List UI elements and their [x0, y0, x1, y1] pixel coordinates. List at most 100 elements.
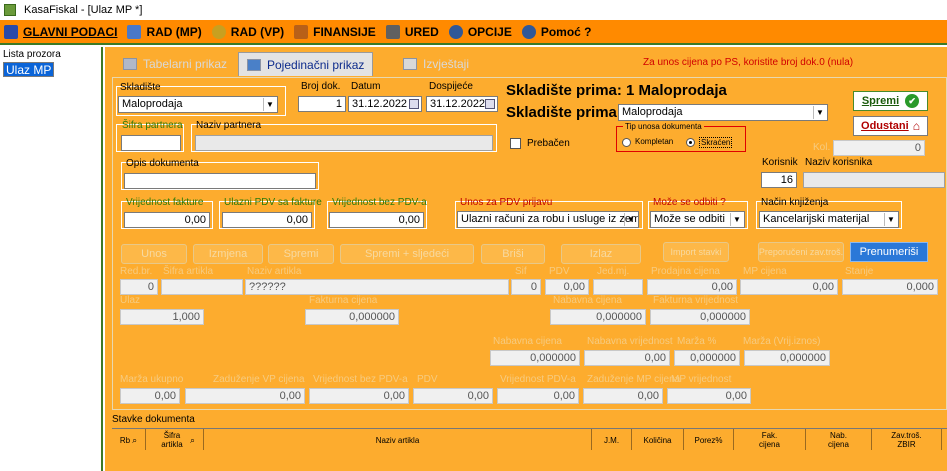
naziv-partnera-input[interactable]	[195, 135, 493, 151]
kol-input[interactable]: 0	[833, 140, 925, 156]
unos-button[interactable]: Unos	[121, 244, 187, 264]
col-kolicina[interactable]: Količina	[632, 429, 684, 451]
tab-tabelarni-prikaz[interactable]: Tabelarni prikaz	[115, 53, 235, 75]
spremi-sljedeci-button[interactable]: Spremi + sljedeći	[340, 244, 474, 264]
marza-input[interactable]: 0,000000	[674, 350, 740, 366]
nabavna-cijena-label: Nabavna cijena	[553, 295, 622, 306]
spremi-item-button[interactable]: Spremi	[268, 244, 334, 264]
skladiste-label: Skladište	[120, 82, 161, 93]
prenumerisi-button[interactable]: Prenumeriši	[850, 242, 928, 262]
help-icon	[521, 24, 536, 39]
skracen-label: Skraćen	[699, 137, 733, 148]
stanje-label: Stanje	[845, 266, 874, 277]
sifra-artikla-input[interactable]	[161, 279, 243, 295]
nabavna-cijena-input[interactable]: 0,000000	[550, 309, 646, 325]
zaduzenje-mp-input[interactable]: 0,00	[583, 388, 663, 404]
chevron-down-icon: ▼	[813, 106, 826, 119]
dospijece-input[interactable]: 31.12.2022	[426, 96, 498, 112]
unos-pdv-select[interactable]: Ulazni računi za robu i usluge iz zemlje…	[457, 211, 639, 228]
calendar-icon[interactable]	[409, 99, 419, 109]
calendar-icon[interactable]	[485, 99, 495, 109]
stavke-title: Stavke dokumenta	[112, 414, 195, 425]
pdv2-label: PDV	[417, 374, 438, 385]
menu-item-rad-vp[interactable]: RAD (VP)	[211, 24, 284, 39]
stavke-grid-header: Rb ⌕ Šifra artikla ⌕ Naziv artikla J.M. …	[112, 428, 947, 451]
vrijednost-pdv-input[interactable]: 0,00	[497, 388, 579, 404]
marza-iznos-label: Marža (Vrij.iznos)	[743, 336, 821, 347]
naziv-partnera-label: Naziv partnera	[196, 120, 262, 131]
nabavna-cijena2-label: Nabavna cijena	[493, 336, 562, 347]
search-icon[interactable]: ⌕	[190, 435, 195, 445]
prodajna-cijena-input[interactable]: 0,00	[647, 279, 737, 295]
ulazni-pdv-input[interactable]: 0,00	[222, 212, 312, 228]
mp-vrijednost-input[interactable]: 0,00	[667, 388, 751, 404]
prodajna-cijena-label: Prodajna cijena	[651, 266, 720, 277]
menu-item-rad-mp[interactable]: RAD (MP)	[127, 24, 202, 39]
tab-pojedinacni-prikaz[interactable]: Pojedinačni prikaz	[238, 52, 374, 76]
tab-izvjestaji[interactable]: Izvještaji	[395, 53, 477, 75]
marza-iznos-input[interactable]: 0,000000	[744, 350, 830, 366]
sifra-partnera-input[interactable]	[121, 135, 181, 151]
mp-cijena-input[interactable]: 0,00	[740, 279, 838, 295]
kompletan-radio[interactable]	[622, 138, 631, 147]
report-icon	[403, 58, 417, 70]
col-rb[interactable]: Rb ⌕	[112, 429, 146, 451]
sif-input[interactable]: 0	[511, 279, 541, 295]
bez-pdv-input[interactable]: 0,00	[329, 212, 424, 228]
ulaz-input[interactable]: 1,000	[120, 309, 204, 325]
opis-input[interactable]	[124, 173, 316, 189]
nacin-knjizenja-select[interactable]: Kancelarijski materijal ▼	[759, 211, 899, 228]
fakturna-vrijednost-input[interactable]: 0,000000	[650, 309, 750, 325]
preporuceni-button[interactable]: Preporučeni zav.troš.	[758, 242, 844, 262]
brisi-button[interactable]: Briši	[481, 244, 545, 264]
redbr-input[interactable]: 0	[120, 279, 158, 295]
col-sifra-artikla[interactable]: Šifra artikla ⌕	[146, 429, 204, 451]
spremi-button[interactable]: Spremi ✔	[853, 91, 928, 111]
stavke-grid-body[interactable]	[112, 450, 947, 471]
izmjena-button[interactable]: Izmjena	[193, 244, 263, 264]
col-porez[interactable]: Porez%	[684, 429, 734, 451]
menu-item-pomoc[interactable]: Pomoć ?	[521, 24, 592, 39]
stanje-input[interactable]: 0,000	[842, 279, 938, 295]
main-menu: GLAVNI PODACI RAD (MP) RAD (VP) FINANSIJ…	[0, 20, 947, 45]
broj-dok-input[interactable]: 1	[298, 96, 346, 112]
nabavna-vrijednost-input[interactable]: 0,00	[584, 350, 670, 366]
jedmj-input[interactable]	[593, 279, 643, 295]
col-jm[interactable]: J.M.	[592, 429, 632, 451]
odustani-button[interactable]: Odustani ⌂	[853, 116, 928, 136]
coins-icon	[211, 24, 226, 39]
menu-item-opcije[interactable]: OPCIJE	[448, 24, 512, 39]
datum-input[interactable]: 31.12.2022	[348, 96, 422, 112]
skladiste-prima-title: Skladište prima: 1 Maloprodaja	[506, 82, 727, 99]
col-nab-cijena[interactable]: Nab. cijena	[806, 429, 872, 451]
pdv2-input[interactable]: 0,00	[413, 388, 493, 404]
skladiste-prima-select[interactable]: Maloprodaja ▼	[618, 104, 828, 121]
pdv-label: PDV	[549, 266, 570, 277]
col-zav-tros-zbir[interactable]: Zav.troš. ZBIR	[872, 429, 942, 451]
menu-item-glavni-podaci[interactable]: GLAVNI PODACI	[4, 24, 117, 39]
marza-ukupno-input[interactable]: 0,00	[120, 388, 180, 404]
search-icon[interactable]: ⌕	[132, 435, 137, 445]
col-fak-cijena[interactable]: Fak. cijena	[734, 429, 806, 451]
zaduzenje-mp-label: Zaduženje MP cijena	[587, 374, 681, 385]
naziv-artikla-input[interactable]: ??????	[245, 279, 509, 295]
marza-ukupno-label: Marža ukupno	[120, 374, 184, 385]
menu-item-ured[interactable]: URED	[385, 24, 439, 39]
naziv-korisnika-input[interactable]	[803, 172, 945, 188]
nabavna-cijena2-input[interactable]: 0,000000	[490, 350, 580, 366]
prebacen-checkbox[interactable]	[510, 138, 521, 149]
fakturna-cijena-input[interactable]: 0,000000	[305, 309, 399, 325]
korisnik-input[interactable]: 16	[761, 172, 797, 188]
zaduzenje-vp-input[interactable]: 0,00	[185, 388, 305, 404]
import-stavki-button[interactable]: Import stavki	[663, 242, 729, 262]
moze-odbiti-select[interactable]: Može se odbiti ▼	[650, 211, 745, 228]
vrijednost-bez-pdv-input[interactable]: 0,00	[309, 388, 409, 404]
window-list-item-ulaz-mp[interactable]: Ulaz MP	[3, 62, 55, 77]
col-naziv-artikla[interactable]: Naziv artikla	[204, 429, 592, 451]
skracen-radio[interactable]	[686, 138, 695, 147]
skladiste-select[interactable]: Maloprodaja ▼	[118, 96, 278, 113]
izlaz-button[interactable]: Izlaz	[561, 244, 641, 264]
menu-item-finansije[interactable]: FINANSIJE	[294, 24, 376, 39]
vrijednost-fakture-input[interactable]: 0,00	[124, 212, 210, 228]
pdv-input[interactable]: 0,00	[545, 279, 589, 295]
